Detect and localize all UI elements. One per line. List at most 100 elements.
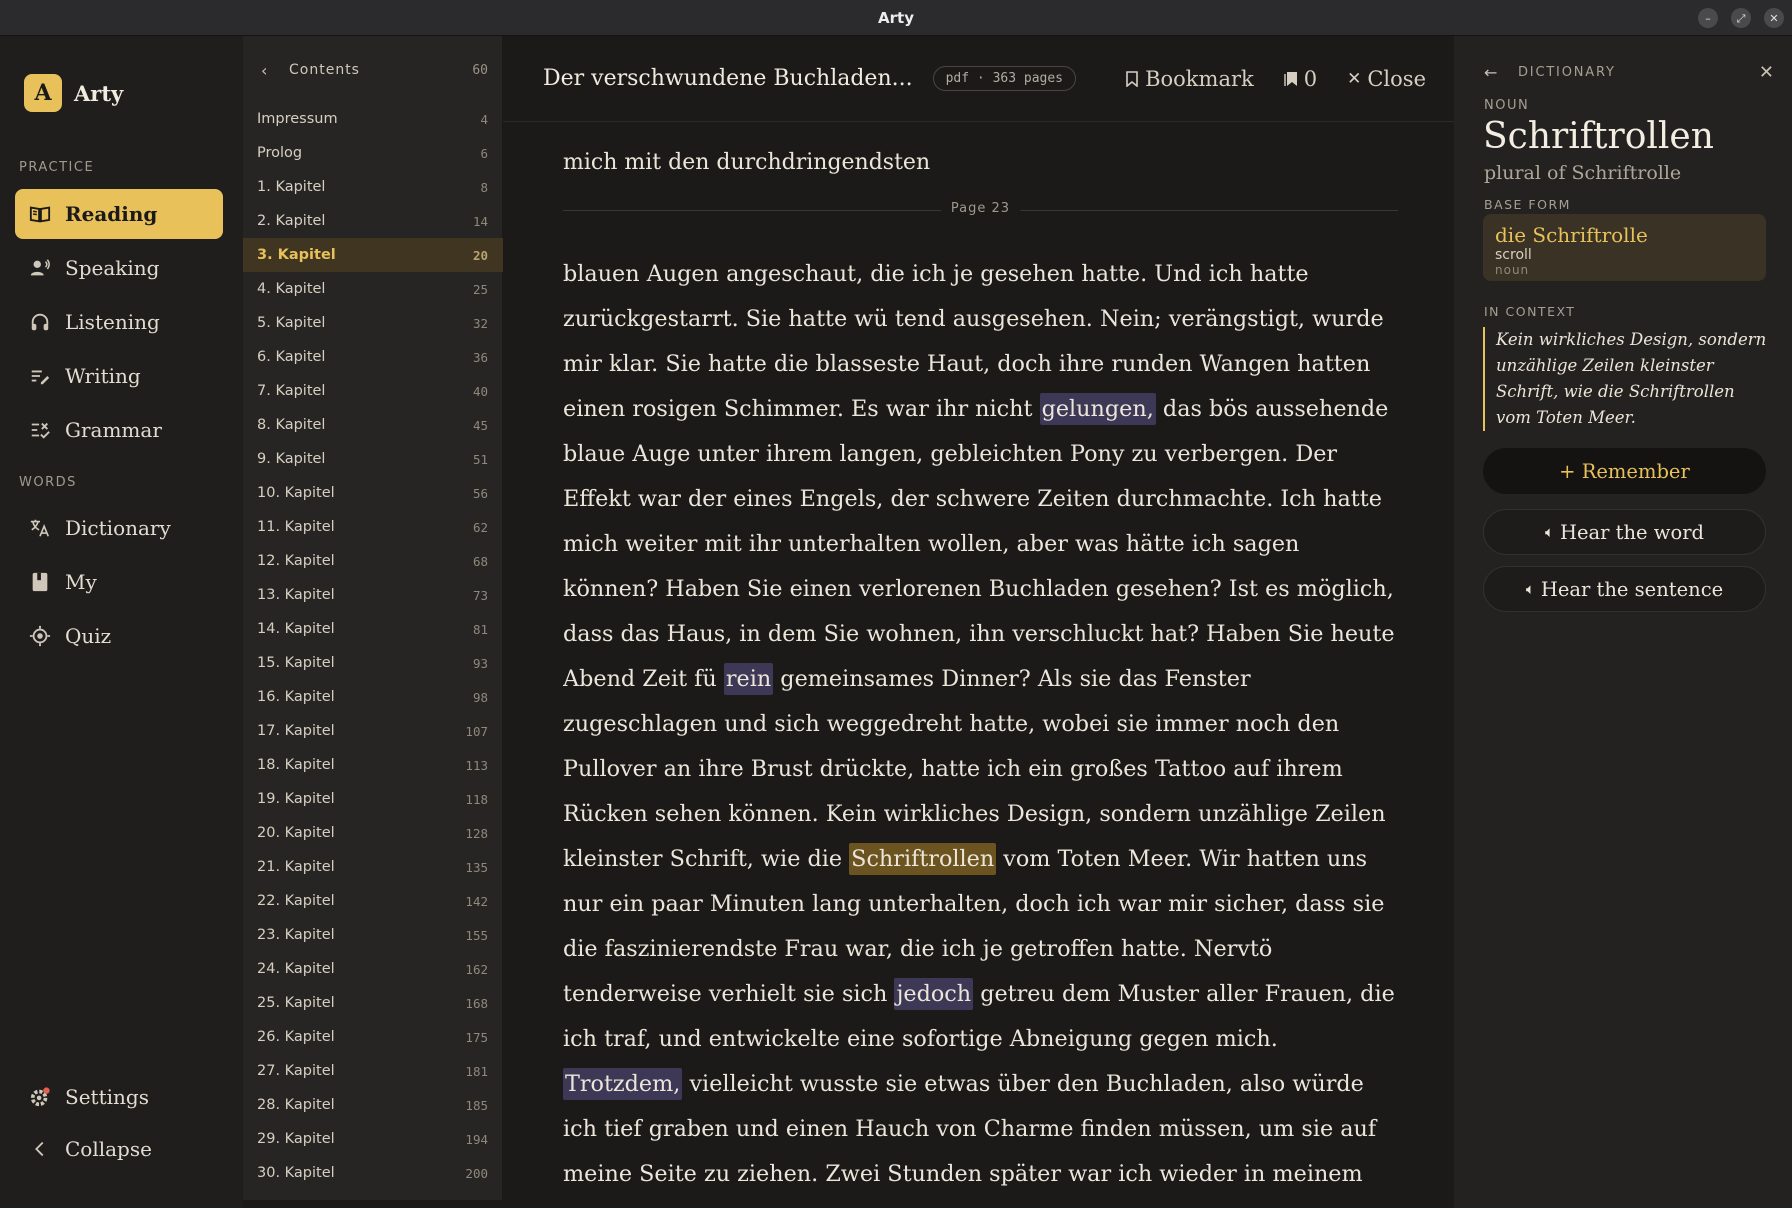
toc-item[interactable]: 14. Kapitel 81	[243, 612, 503, 646]
arrow-left-icon[interactable]: ←	[1484, 63, 1508, 82]
toc-item[interactable]: 8. Kapitel 45	[243, 408, 503, 442]
toc-item-page: 200	[465, 1165, 488, 1181]
chevron-left-icon[interactable]: ‹	[261, 61, 283, 80]
toc-item[interactable]: 13. Kapitel 73	[243, 578, 503, 612]
toc-item[interactable]: 3. Kapitel 20	[243, 238, 503, 272]
highlighted-word[interactable]: rein	[723, 663, 774, 695]
toc-item-title: 17. Kapitel	[257, 723, 335, 739]
toc-item[interactable]: 20. Kapitel 128	[243, 816, 503, 850]
nav-quiz[interactable]: Quiz	[15, 611, 223, 661]
collapse-button[interactable]: Collapse	[15, 1124, 223, 1174]
nav-settings[interactable]: Settings	[15, 1072, 223, 1122]
nav-speaking[interactable]: Speaking	[15, 243, 223, 293]
toc-item-page: 98	[472, 689, 488, 705]
contents-title: Contents	[289, 62, 360, 78]
highlighted-word[interactable]: Trotzdem,	[563, 1068, 683, 1100]
toc-item-page: 68	[472, 553, 488, 569]
toc-item-page: 175	[465, 1029, 488, 1045]
nav-listening-label: Listening	[65, 310, 160, 334]
toc-item-page: 194	[465, 1131, 488, 1147]
bookmarks-count-button[interactable]: 0	[1284, 67, 1317, 91]
toc-item[interactable]: 12. Kapitel 68	[243, 544, 503, 578]
toc-item[interactable]: 7. Kapitel 40	[243, 374, 503, 408]
toc-item-page: 118	[465, 791, 488, 807]
toc-item[interactable]: 9. Kapitel 51	[243, 442, 503, 476]
toc-item[interactable]: 29. Kapitel 194	[243, 1122, 503, 1156]
close-reader-button[interactable]: ✕ Close	[1347, 67, 1426, 91]
dictionary-header-label: DICTIONARY	[1518, 65, 1616, 80]
maximize-icon[interactable]: ⤢	[1731, 8, 1751, 28]
hear-word-button[interactable]: 🔈︎ Hear the word	[1483, 509, 1766, 555]
toc-item[interactable]: 22. Kapitel 142	[243, 884, 503, 918]
text-segment: vielleicht wusste sie etwas über den Buc…	[563, 1071, 1377, 1208]
toc-item[interactable]: 18. Kapitel 113	[243, 748, 503, 782]
toc-item[interactable]: 1. Kapitel 8	[243, 170, 503, 204]
bookmark-button[interactable]: Bookmark	[1125, 67, 1254, 91]
toc-item-title: 16. Kapitel	[257, 689, 335, 705]
base-form-pos: noun	[1495, 263, 1530, 277]
nav-dictionary[interactable]: Dictionary	[15, 503, 223, 553]
toc-item-title: 21. Kapitel	[257, 859, 335, 875]
toc-item-page: 40	[472, 383, 488, 399]
contents-header[interactable]: ‹ Contents 60	[243, 50, 503, 90]
toc-item[interactable]: 21. Kapitel 135	[243, 850, 503, 884]
brand[interactable]: A Arty	[24, 74, 123, 112]
reader: Der verschwundene Buchladen... pdf · 363…	[503, 36, 1454, 1208]
toc-item-title: 25. Kapitel	[257, 995, 335, 1011]
toc-item-title: 9. Kapitel	[257, 451, 326, 467]
toc-item[interactable]: 23. Kapitel 155	[243, 918, 503, 952]
nav-reading[interactable]: Reading	[15, 189, 223, 239]
toc-item[interactable]: 27. Kapitel 181	[243, 1054, 503, 1088]
hear-sentence-label: Hear the sentence	[1540, 577, 1724, 601]
toc-item[interactable]: 19. Kapitel 118	[243, 782, 503, 816]
dictionary-header: ← DICTIONARY ✕	[1484, 62, 1774, 83]
toc-item[interactable]: 17. Kapitel 107	[243, 714, 503, 748]
close-panel-icon[interactable]: ✕	[1759, 62, 1774, 83]
collapse-label: Collapse	[65, 1137, 152, 1161]
practice-section-label: PRACTICE	[19, 160, 95, 175]
brand-logo: A	[24, 74, 62, 112]
base-form-card[interactable]: die Schriftrolle scroll noun	[1483, 214, 1766, 281]
toc-item[interactable]: 30. Kapitel 200	[243, 1156, 503, 1190]
highlighted-word[interactable]: jedoch	[894, 978, 974, 1010]
toc-item-page: 73	[472, 587, 488, 603]
nav-writing-label: Writing	[65, 364, 141, 388]
hear-sentence-button[interactable]: 🔈︎ Hear the sentence	[1483, 566, 1766, 612]
nav-listening[interactable]: Listening	[15, 297, 223, 347]
speaker-icon: 🔈︎	[1544, 523, 1554, 541]
toc-item[interactable]: 6. Kapitel 36	[243, 340, 503, 374]
selected-word[interactable]: Schriftrollen	[849, 843, 997, 875]
reader-body: mich mit den durchdringendsten Page 23 b…	[563, 122, 1398, 1208]
toc-item-page: 185	[465, 1097, 488, 1113]
toc-item[interactable]: Prolog 6	[243, 136, 503, 170]
toc-item-title: 5. Kapitel	[257, 315, 326, 331]
part-of-speech: NOUN	[1484, 98, 1530, 113]
close-window-icon[interactable]: ✕	[1764, 8, 1784, 28]
toc-item[interactable]: 25. Kapitel 168	[243, 986, 503, 1020]
toc-item[interactable]: 10. Kapitel 56	[243, 476, 503, 510]
toc-item[interactable]: Impressum 4	[243, 102, 503, 136]
close-label: Close	[1367, 66, 1426, 91]
toc-item[interactable]: 15. Kapitel 93	[243, 646, 503, 680]
toc-item[interactable]: 5. Kapitel 32	[243, 306, 503, 340]
toc-item-page: 45	[472, 417, 488, 433]
remember-button[interactable]: + Remember	[1483, 448, 1766, 494]
toc-item[interactable]: 16. Kapitel 98	[243, 680, 503, 714]
toc-item-title: 29. Kapitel	[257, 1131, 335, 1147]
toc-item-title: 2. Kapitel	[257, 213, 326, 229]
nav-writing[interactable]: Writing	[15, 351, 223, 401]
minimize-icon[interactable]: –	[1698, 8, 1718, 28]
base-form-word: die Schriftrolle	[1495, 223, 1648, 247]
toc-item[interactable]: 26. Kapitel 175	[243, 1020, 503, 1054]
toc-item[interactable]: 24. Kapitel 162	[243, 952, 503, 986]
nav-grammar[interactable]: Grammar	[15, 405, 223, 455]
nav-my[interactable]: My	[15, 557, 223, 607]
highlighted-word[interactable]: gelungen,	[1039, 393, 1156, 425]
toc-item[interactable]: 2. Kapitel 14	[243, 204, 503, 238]
toc-item[interactable]: 4. Kapitel 25	[243, 272, 503, 306]
toc-item-title: 4. Kapitel	[257, 281, 326, 297]
toc-item[interactable]: 11. Kapitel 62	[243, 510, 503, 544]
toc-item[interactable]: 28. Kapitel 185	[243, 1088, 503, 1122]
window-titlebar: Arty – ⤢ ✕	[0, 0, 1792, 36]
toc-item-title: 13. Kapitel	[257, 587, 335, 603]
